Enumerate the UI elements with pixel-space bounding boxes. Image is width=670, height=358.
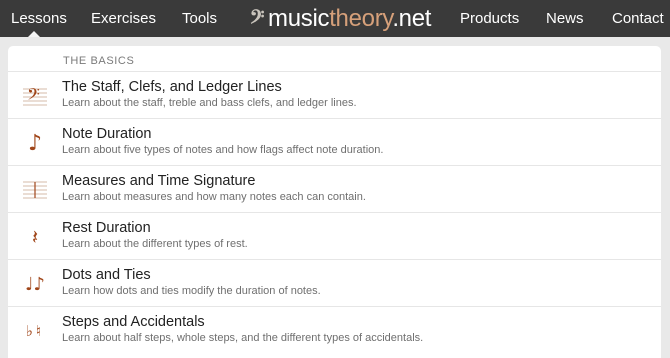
nav-contact[interactable]: Contact (612, 0, 664, 37)
lesson-item-steps-accidentals[interactable]: ♭♮ Steps and Accidentals Learn about hal… (8, 306, 661, 353)
eighth-note-icon: ♪ (27, 130, 43, 156)
lesson-title: Dots and Ties (62, 267, 151, 283)
lesson-title: The Staff, Clefs, and Ledger Lines (62, 79, 282, 95)
flat-natural-icon: ♭♮ (25, 322, 45, 340)
top-navbar: Lessons Exercises Tools 𝄢 musictheory.ne… (0, 0, 670, 37)
nav-news[interactable]: News (546, 0, 584, 37)
lessons-panel: THE BASICS 𝄢 The Staff, Clefs, and Ledge… (8, 46, 661, 358)
logo-part-theory: theory (329, 5, 393, 32)
active-nav-caret-icon (28, 31, 40, 37)
lesson-item-staff-clefs[interactable]: 𝄢 The Staff, Clefs, and Ledger Lines Lea… (8, 71, 661, 118)
lesson-item-measures-time[interactable]: Measures and Time Signature Learn about … (8, 165, 661, 212)
time-signature-staff-icon (22, 178, 48, 202)
logo-part-net: .net (392, 5, 432, 32)
lesson-description: Learn about the staff, treble and bass c… (62, 97, 357, 109)
tied-notes-icon: ♩♪ (25, 273, 45, 295)
lesson-title: Steps and Accidentals (62, 314, 205, 330)
section-title: THE BASICS (63, 55, 135, 67)
lesson-description: Learn how dots and ties modify the durat… (62, 285, 321, 297)
lesson-item-rest-duration[interactable]: 𝄽 Rest Duration Learn about the differen… (8, 212, 661, 259)
lesson-description: Learn about the different types of rest. (62, 238, 248, 250)
logo-wordmark: musictheory.net (268, 5, 431, 33)
lesson-title: Note Duration (62, 126, 152, 142)
site-logo[interactable]: 𝄢 musictheory.net (248, 4, 432, 34)
nav-products[interactable]: Products (460, 0, 519, 37)
logo-part-music: music (268, 5, 330, 32)
svg-text:𝄢: 𝄢 (27, 84, 40, 108)
lesson-description: Learn about half steps, whole steps, and… (62, 332, 424, 344)
lesson-item-note-duration[interactable]: ♪ Note Duration Learn about five types o… (8, 118, 661, 165)
lesson-title: Measures and Time Signature (62, 173, 256, 189)
nav-tools[interactable]: Tools (182, 0, 217, 37)
quarter-rest-icon: 𝄽 (31, 225, 39, 249)
bass-clef-logo-icon: 𝄢 (249, 5, 265, 33)
lesson-description: Learn about five types of notes and how … (62, 144, 384, 156)
lesson-description: Learn about measures and how many notes … (62, 191, 366, 203)
lesson-title: Rest Duration (62, 220, 151, 236)
nav-exercises[interactable]: Exercises (91, 0, 156, 37)
lesson-item-dots-ties[interactable]: ♩♪ Dots and Ties Learn how dots and ties… (8, 259, 661, 306)
bass-clef-staff-icon: 𝄢 (22, 84, 48, 108)
